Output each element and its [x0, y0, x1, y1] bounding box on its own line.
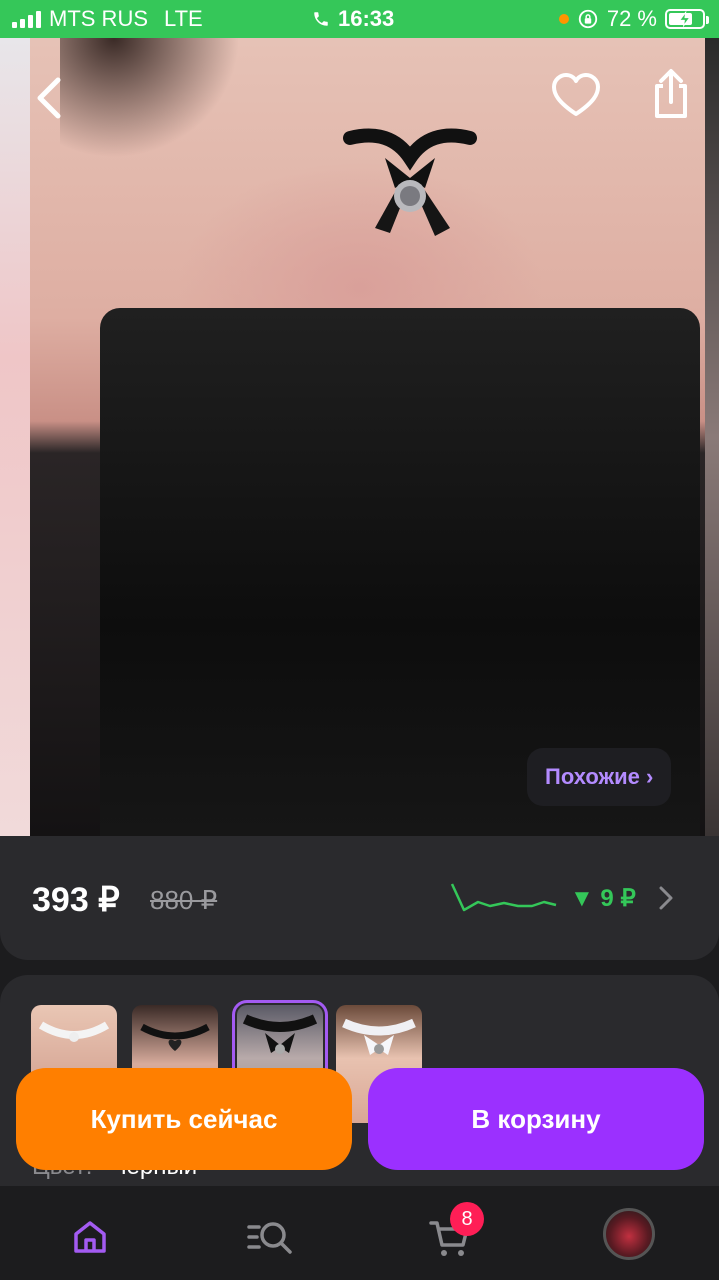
similar-products-button[interactable]: Похожие › [527, 748, 672, 806]
battery-icon [665, 9, 709, 29]
current-price: 393 ₽ [32, 881, 120, 919]
status-left: MTS RUS LTE [12, 0, 203, 38]
share-button[interactable] [645, 66, 697, 122]
chevron-left-icon [37, 77, 61, 119]
product-photo-gallery[interactable] [0, 38, 719, 836]
next-photo-peek [705, 38, 719, 836]
price-drop: ▼ 9 ₽ [570, 885, 636, 912]
old-price: 880 ₽ [150, 885, 218, 915]
phone-call-icon [314, 12, 328, 26]
battery-percent: 72 % [606, 6, 657, 31]
clock: 16:33 [338, 6, 395, 31]
home-icon [74, 1221, 106, 1253]
buy-now-button[interactable]: Купить сейчас [16, 1068, 352, 1170]
heart-icon [552, 73, 600, 116]
signal-icon [12, 10, 41, 28]
cart-badge: 8 [450, 1202, 484, 1236]
back-button[interactable] [28, 70, 76, 126]
recording-indicator-icon [558, 14, 569, 24]
carrier-label: MTS RUS [49, 6, 148, 31]
status-bar: MTS RUS LTE 16:33 72 % [0, 0, 719, 38]
choker-bow-graphic [343, 128, 477, 236]
add-to-cart-button[interactable]: В корзину [368, 1068, 704, 1170]
photo-hair [60, 38, 240, 158]
catalog-search-icon [247, 1222, 292, 1254]
status-right: 72 % [558, 0, 709, 38]
chevron-right-icon[interactable] [656, 884, 676, 912]
nav-profile-avatar[interactable] [603, 1208, 655, 1260]
price-trend-sparkline [450, 883, 557, 912]
similar-label: Похожие › [545, 764, 654, 789]
favorite-button[interactable] [550, 70, 602, 122]
share-icon [655, 69, 687, 118]
status-center: 16:33 [312, 0, 394, 38]
network-label: LTE [164, 6, 203, 31]
orientation-lock-icon [578, 9, 598, 29]
nav-home[interactable] [65, 1212, 115, 1262]
nav-catalog[interactable] [245, 1212, 295, 1262]
product-photo [30, 38, 705, 836]
previous-photo-peek [0, 38, 30, 836]
